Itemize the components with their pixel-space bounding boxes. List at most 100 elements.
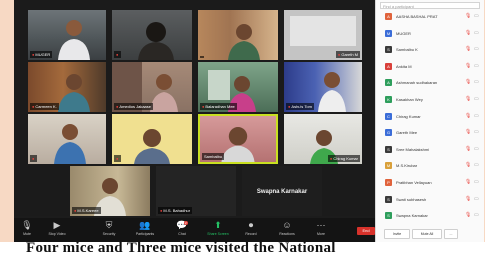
participant-list-item[interactable]: S Sambalbu K 🎙 ▭ bbox=[379, 45, 483, 54]
video-off-icon[interactable]: ▭ bbox=[474, 79, 479, 86]
muted-mic-icon[interactable]: 🎙 bbox=[465, 196, 471, 203]
video-off-icon[interactable]: ▭ bbox=[474, 196, 479, 203]
participant-list-name: M.S.Kirubar bbox=[396, 163, 418, 169]
participant-list-name: Pratibhan Vellayuan bbox=[396, 180, 432, 185]
participant-list-name: Ankita M bbox=[396, 63, 412, 69]
participant-name-tag: ●MUGER bbox=[30, 51, 53, 58]
participant-list-item[interactable]: S Swapna Karnakar 🎙 ▭ bbox=[379, 211, 483, 220]
muted-mic-icon[interactable]: 🎙 bbox=[465, 46, 471, 53]
avatar: K bbox=[385, 96, 392, 103]
muted-mic-icon[interactable]: 🎙 bbox=[465, 162, 471, 169]
reactions-button[interactable]: ☺ Reactions bbox=[276, 219, 298, 241]
video-tile[interactable]: ●Chirag Kumar bbox=[284, 114, 362, 164]
muted-mic-icon[interactable]: 🎙 bbox=[465, 179, 471, 186]
participant-name-tag: ●Ashu's Tom bbox=[286, 103, 314, 110]
avatar: M bbox=[385, 29, 392, 37]
video-tile[interactable]: ● bbox=[112, 114, 192, 164]
participant-list-item[interactable]: A AASHA BASHAL PRAT 🎙 ▭ bbox=[379, 12, 483, 21]
video-tile[interactable]: ●Carmeen K. bbox=[28, 62, 106, 112]
video-off-icon[interactable]: ▭ bbox=[474, 162, 479, 169]
name-only-tile[interactable]: Swapna Karnakar bbox=[242, 166, 322, 216]
video-tile[interactable]: ●Ashu's Tom bbox=[284, 62, 362, 112]
muted-mic-icon[interactable]: 🎙 bbox=[465, 146, 471, 153]
participant-list-item[interactable]: G Gareth Mee 🎙 ▭ bbox=[379, 128, 483, 137]
participant-video bbox=[134, 129, 170, 164]
muted-mic-icon[interactable]: 🎙 bbox=[465, 63, 471, 70]
avatar: S bbox=[385, 195, 392, 203]
participant-name-tag: ●Balaradhan Mee bbox=[200, 103, 237, 110]
participant-list-name: Sree Mahalakshmi bbox=[396, 146, 430, 152]
participant-name-tag: ●Chirag Kumar bbox=[327, 155, 360, 162]
participant-name-tag: ● bbox=[114, 51, 122, 58]
muted-mic-icon[interactable]: 🎙 bbox=[465, 79, 471, 86]
invite-button[interactable]: Invite bbox=[384, 229, 410, 239]
muted-mic-icon[interactable]: 🎙 bbox=[465, 113, 471, 120]
participant-video bbox=[228, 24, 260, 60]
video-off-icon[interactable]: ▭ bbox=[474, 30, 479, 37]
mic-icon: 🎙 bbox=[21, 220, 33, 230]
video-tile[interactable]: ●Amedios Jakaase bbox=[112, 62, 192, 112]
video-off-icon[interactable]: ▭ bbox=[474, 129, 479, 136]
chat-icon: 💬 bbox=[176, 220, 188, 230]
video-tile[interactable]: ●Gareth M bbox=[284, 10, 362, 60]
video-off-icon[interactable]: ▭ bbox=[474, 13, 479, 20]
video-tile[interactable]: ●M.S. Bahadhur bbox=[156, 166, 236, 216]
gallery-view: ●MUGER ● ●Gareth M ●Carmeen K. ●Amedios … bbox=[14, 0, 374, 216]
share-screen-button[interactable]: ⬆ Share Screen bbox=[204, 219, 232, 241]
participant-name-tag: Sambalbu bbox=[202, 153, 225, 160]
participant-list-item[interactable]: K Kasakhan Wey 🎙 ▭ bbox=[379, 95, 483, 104]
video-tile[interactable] bbox=[198, 10, 278, 60]
video-off-icon[interactable]: ▭ bbox=[474, 63, 479, 70]
participant-search-input[interactable]: Find a participant bbox=[380, 2, 480, 9]
video-off-icon[interactable]: ▭ bbox=[474, 96, 479, 103]
mute-all-button[interactable]: Mute All bbox=[412, 229, 442, 239]
video-off-icon[interactable]: ▭ bbox=[474, 113, 479, 120]
muted-mic-icon: ● bbox=[329, 156, 333, 161]
shield-icon: ⛨ bbox=[105, 220, 113, 230]
more-options-button[interactable]: ... bbox=[444, 229, 458, 239]
participant-list-item[interactable]: P Pratibhan Vellayuan 🎙 ▭ bbox=[379, 178, 483, 187]
video-tile[interactable]: ●Balaradhan Mee bbox=[198, 62, 278, 112]
more-button[interactable]: ⋯ More bbox=[310, 219, 332, 241]
video-tile[interactable]: ● bbox=[28, 114, 106, 164]
more-label: More bbox=[317, 232, 325, 236]
chat-button[interactable]: 💬 2 Chat bbox=[171, 219, 193, 241]
muted-mic-icon[interactable]: 🎙 bbox=[465, 96, 471, 103]
participant-list-name: Swati subhasesh bbox=[396, 196, 427, 202]
mute-button[interactable]: 🎙 Mute bbox=[16, 219, 38, 241]
video-off-icon[interactable]: ▭ bbox=[474, 212, 479, 219]
video-off-icon[interactable]: ▭ bbox=[474, 146, 479, 153]
participant-name: Ashu's Tom bbox=[291, 104, 312, 109]
participants-button[interactable]: 👥 Participants bbox=[134, 219, 156, 241]
participant-list-item[interactable]: A Ashmanah sudhakaran 🎙 ▭ bbox=[379, 78, 483, 87]
muted-mic-icon[interactable]: 🎙 bbox=[465, 129, 471, 136]
caption-strip: Four mice and Three mice visited the Nat… bbox=[0, 242, 485, 254]
participant-name: Balaradhan Mee bbox=[205, 104, 235, 109]
security-button[interactable]: ⛨ Security bbox=[98, 219, 120, 241]
participant-list-item[interactable]: C Chirag Kumar 🎙 ▭ bbox=[379, 112, 483, 121]
stop-video-button[interactable]: ▶ Stop Video bbox=[46, 219, 68, 241]
video-tile[interactable]: ● bbox=[112, 10, 192, 60]
participant-list-item[interactable]: M M.S.Kirubar 🎙 ▭ bbox=[379, 161, 483, 170]
participant-name-tag: ● bbox=[30, 155, 38, 162]
muted-mic-icon[interactable]: 🎙 bbox=[465, 212, 471, 219]
participant-list-item[interactable]: M MUGER 🎙 ▭ bbox=[379, 29, 483, 38]
participant-video bbox=[54, 124, 86, 164]
record-button[interactable]: ⏺ Record bbox=[240, 219, 262, 241]
video-off-icon[interactable]: ▭ bbox=[474, 46, 479, 53]
participant-list-item[interactable]: S Swati subhasesh 🎙 ▭ bbox=[379, 195, 483, 204]
end-meeting-button[interactable]: End bbox=[357, 227, 375, 235]
participant-name-tag: ●M.S.Kareee bbox=[72, 207, 101, 214]
video-tile[interactable]: ●MUGER bbox=[28, 10, 106, 60]
participant-list-item[interactable]: S Sree Mahalakshmi 🎙 ▭ bbox=[379, 145, 483, 154]
zoom-meeting-window: ●MUGER ● ●Gareth M ●Carmeen K. ●Amedios … bbox=[14, 0, 484, 242]
video-off-icon[interactable]: ▭ bbox=[474, 179, 479, 186]
muted-mic-icon[interactable]: 🎙 bbox=[465, 13, 471, 20]
muted-mic-icon[interactable]: 🎙 bbox=[465, 30, 471, 37]
participant-list-item[interactable]: A Ankita M 🎙 ▭ bbox=[379, 62, 483, 71]
active-speaker-tile[interactable]: Sambalbu bbox=[198, 114, 278, 164]
participant-name: Swapna Karnakar bbox=[256, 188, 308, 195]
video-tile[interactable]: ●M.S.Kareee bbox=[70, 166, 150, 216]
avatar: P bbox=[385, 179, 392, 186]
participant-name: Sambalbu bbox=[204, 154, 223, 159]
